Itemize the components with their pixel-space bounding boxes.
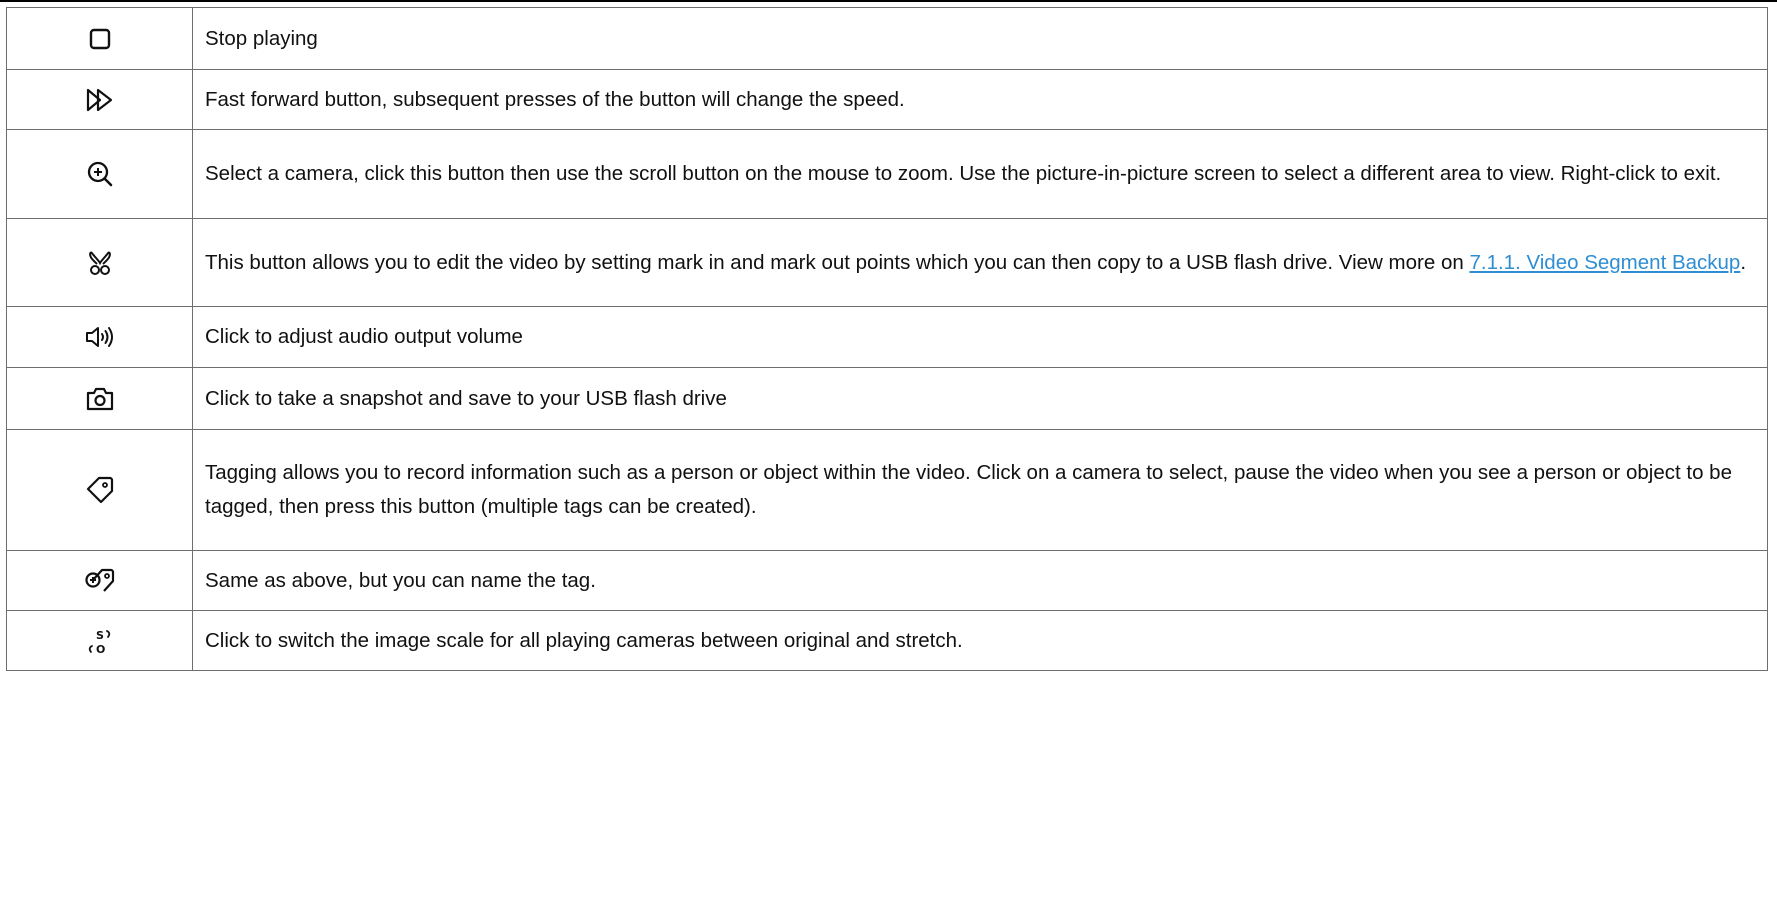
tag-icon bbox=[86, 476, 113, 504]
table-row: Tagging allows you to record information… bbox=[6, 429, 1768, 551]
icon-cell bbox=[6, 429, 193, 551]
table-row: This button allows you to edit the video… bbox=[6, 218, 1768, 307]
description-cell: This button allows you to edit the video… bbox=[192, 218, 1768, 307]
description-cell: Click to switch the image scale for all … bbox=[192, 610, 1768, 671]
description-cell: Same as above, but you can name the tag. bbox=[192, 550, 1768, 611]
stop-icon bbox=[89, 28, 110, 49]
table-row: S O Click to switch the image scale for … bbox=[6, 610, 1768, 671]
description-cell: Fast forward button, subsequent presses … bbox=[192, 69, 1768, 130]
table-row: Fast forward button, subsequent presses … bbox=[6, 69, 1768, 130]
table-row: Click to adjust audio output volume bbox=[6, 306, 1768, 368]
description-cell: Click to take a snapshot and save to you… bbox=[192, 367, 1768, 430]
description-text: This button allows you to edit the video… bbox=[205, 250, 1470, 274]
icon-cell bbox=[6, 367, 193, 430]
icon-cell bbox=[6, 129, 193, 219]
icon-cell bbox=[6, 550, 193, 611]
description-cell: Click to adjust audio output volume bbox=[192, 306, 1768, 368]
icon-cell bbox=[6, 69, 193, 130]
svg-text:S: S bbox=[96, 629, 104, 642]
description-text-end: . bbox=[1740, 250, 1747, 274]
description-cell: Stop playing bbox=[192, 7, 1768, 70]
icon-cell bbox=[6, 306, 193, 368]
icon-cell bbox=[6, 7, 193, 70]
icon-description-table: Stop playing Fast forward button, subseq… bbox=[6, 7, 1768, 671]
fast-forward-icon bbox=[86, 88, 112, 111]
table-row: Stop playing bbox=[6, 7, 1768, 70]
description-cell: Tagging allows you to record information… bbox=[192, 429, 1768, 551]
tag-add-icon bbox=[84, 568, 114, 592]
table-row: Same as above, but you can name the tag. bbox=[6, 550, 1768, 611]
table-row: Click to take a snapshot and save to you… bbox=[6, 367, 1768, 430]
svg-text:O: O bbox=[96, 643, 105, 656]
top-rule bbox=[0, 0, 1777, 2]
camera-icon bbox=[86, 387, 113, 410]
icon-cell bbox=[6, 218, 193, 307]
description-cell: Select a camera, click this button then … bbox=[192, 129, 1768, 219]
zoom-in-icon bbox=[87, 161, 112, 187]
scissors-icon bbox=[88, 250, 111, 275]
speaker-icon bbox=[85, 327, 113, 347]
icon-cell: S O bbox=[6, 610, 193, 671]
video-segment-backup-link[interactable]: 7.1.1. Video Segment Backup bbox=[1469, 251, 1740, 274]
table-row: Select a camera, click this button then … bbox=[6, 129, 1768, 219]
scale-switch-icon: S O bbox=[88, 629, 110, 656]
